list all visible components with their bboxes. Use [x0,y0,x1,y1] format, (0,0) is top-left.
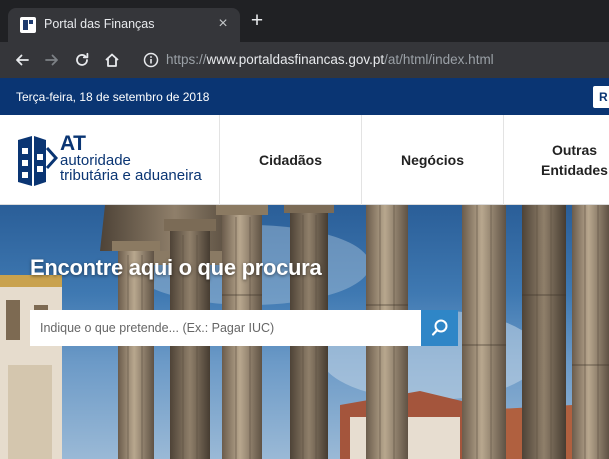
hero-title: Encontre aqui o que procura [30,255,322,280]
browser-tabstrip: Portal das Finanças × + [0,0,609,42]
browser-toolbar: https://www.portaldasfinancas.gov.pt/at/… [0,42,609,78]
forward-button[interactable] [38,42,66,78]
back-arrow-icon [16,54,29,66]
logo-line-2: tributária e aduaneira [60,167,202,184]
address-bar[interactable]: https://www.portaldasfinancas.gov.pt/at/… [166,52,494,67]
back-button[interactable] [8,42,36,78]
nav-item-cidadaos[interactable]: Cidadãos [220,115,361,205]
site-top-bar: Terça-feira, 18 de setembro de 2018 R [0,78,609,115]
at-favicon-icon [20,17,36,33]
home-icon [105,53,119,67]
new-tab-button[interactable]: + [247,10,267,31]
forward-arrow-icon [45,54,58,66]
nav-item-label: Negócios [400,152,464,168]
search-button[interactable] [421,310,458,346]
search-input[interactable] [30,310,421,346]
search-icon [431,319,447,336]
nav-item-label: Outras Entidades [541,142,608,178]
at-emblem-icon [18,136,58,186]
reload-button[interactable] [68,42,96,78]
login-button-label: R [599,90,608,104]
home-button[interactable] [98,42,126,78]
login-button[interactable]: R [593,86,609,108]
url-protocol: https:// [166,52,207,67]
tab-close-icon[interactable]: × [214,14,232,34]
at-logo[interactable]: AT autoridade tributária e aduaneira [16,132,216,188]
url-host: www.portaldasfinancas.gov.pt [206,52,385,67]
nav-item-label: Cidadãos [258,152,322,168]
logo-at-text: AT [60,132,86,155]
browser-tab-active[interactable]: Portal das Finanças × [8,8,240,42]
reload-icon [76,52,89,66]
hero-banner: Encontre aqui o que procura [0,205,609,459]
site-header: AT autoridade tributária e aduaneira Cid… [0,115,609,205]
nav-item-negocios[interactable]: Negócios [362,115,503,205]
tab-title: Portal das Finanças [44,17,155,31]
info-icon[interactable] [142,51,160,69]
url-path: /at/html/index.html [384,52,494,67]
nav-item-outras-entidades[interactable]: Outras Entidades [504,115,609,205]
current-date: Terça-feira, 18 de setembro de 2018 [16,90,210,104]
